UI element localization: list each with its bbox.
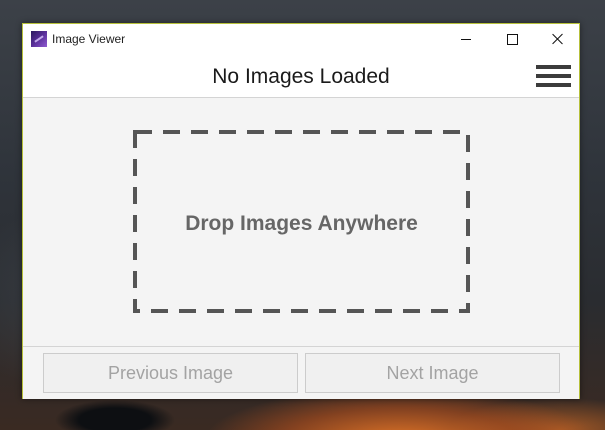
hamburger-menu-icon[interactable] xyxy=(536,65,571,89)
title-bar[interactable]: Image Viewer xyxy=(23,24,579,54)
drop-zone-text: Drop Images Anywhere xyxy=(185,212,418,235)
hamburger-bar xyxy=(536,65,571,69)
previous-image-button[interactable]: Previous Image xyxy=(43,353,298,393)
image-viewer-app-icon xyxy=(31,31,47,47)
window-title: Image Viewer xyxy=(52,32,126,46)
hamburger-bar xyxy=(536,83,571,87)
close-button[interactable] xyxy=(535,24,581,54)
app-window: Image Viewer No Images Loaded Drop Image… xyxy=(22,23,580,399)
page-title: No Images Loaded xyxy=(212,65,390,88)
minimize-button[interactable] xyxy=(443,24,489,54)
minimize-icon xyxy=(461,38,471,40)
maximize-icon xyxy=(506,33,518,45)
next-image-button[interactable]: Next Image xyxy=(305,353,560,393)
app-header: No Images Loaded xyxy=(23,54,579,98)
tree-silhouette xyxy=(55,398,175,430)
hamburger-bar xyxy=(536,74,571,78)
close-icon xyxy=(552,33,564,45)
maximize-button[interactable] xyxy=(489,24,535,54)
drop-zone[interactable]: Drop Images Anywhere xyxy=(133,130,470,313)
navigation-bar: Previous Image Next Image xyxy=(23,346,579,399)
